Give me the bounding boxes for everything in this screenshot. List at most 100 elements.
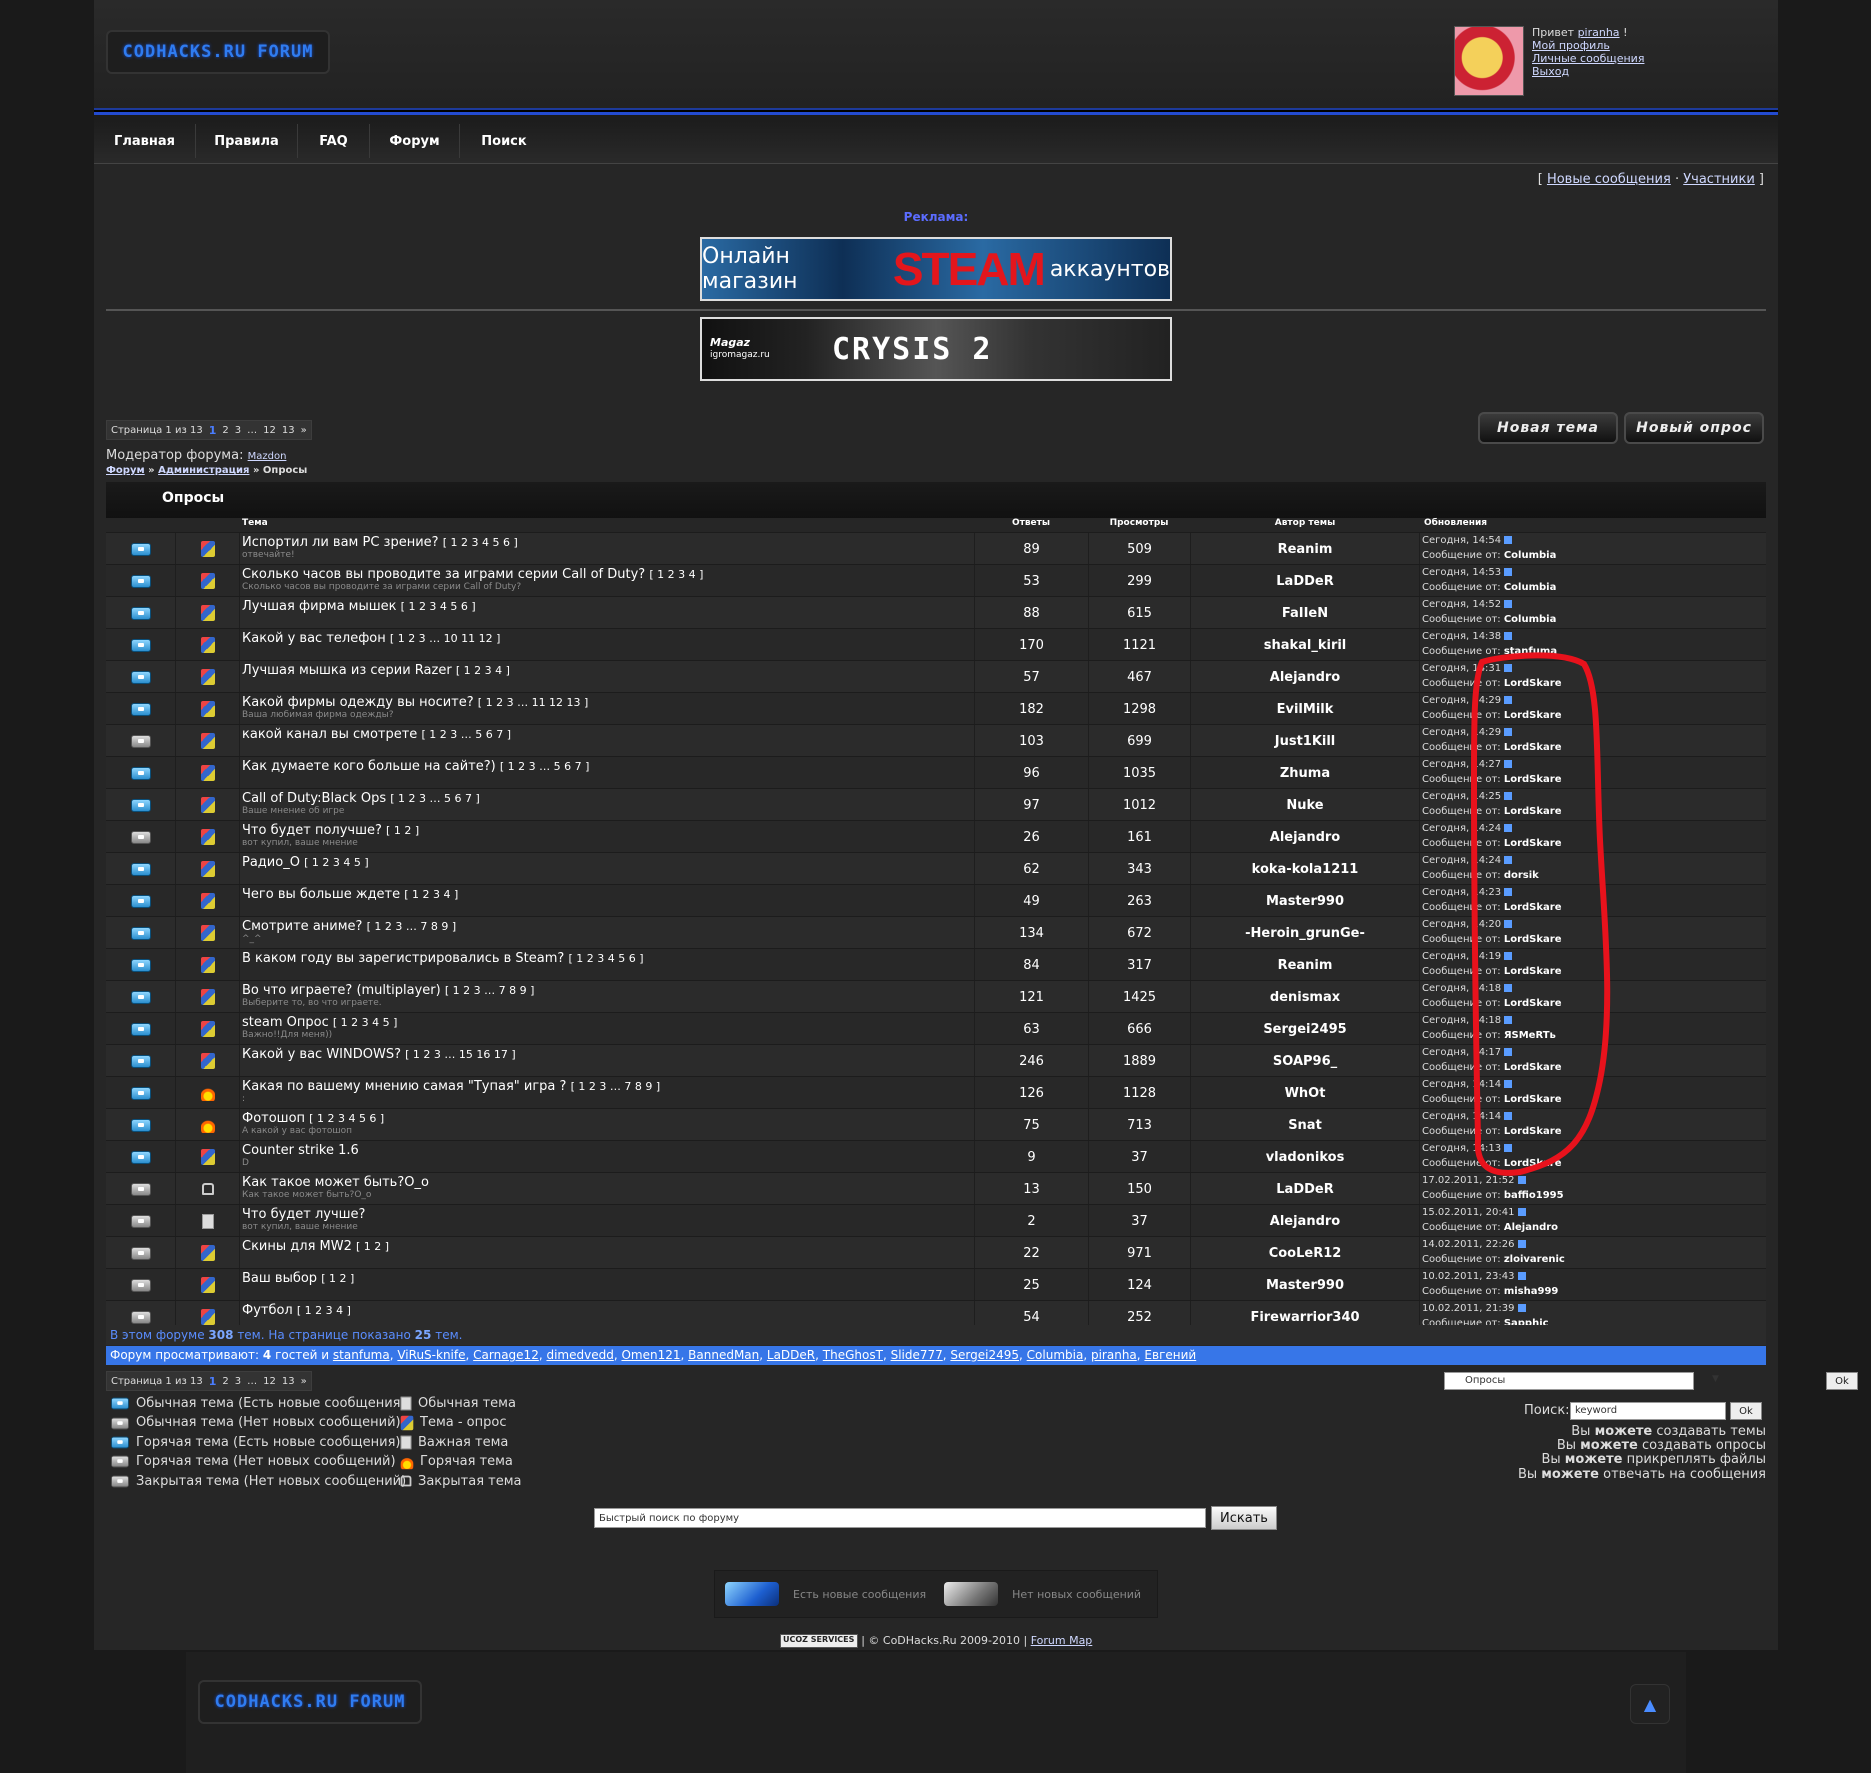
goto-last-icon[interactable]: [1517, 1304, 1526, 1312]
topic-pages[interactable]: [ 1 2 3 … 5 6 7 ]: [500, 760, 590, 773]
goto-last-icon[interactable]: [1504, 1048, 1513, 1056]
topic-title-link[interactable]: Испортил ли вам PC зрение?: [242, 535, 439, 550]
online-user-link[interactable]: Columbia: [1027, 1348, 1084, 1362]
new-messages-link[interactable]: Новые сообщения: [1547, 172, 1671, 187]
crysis-banner[interactable]: Magaz igromagaz.ru CRYSIS 2: [700, 317, 1172, 381]
topic-author[interactable]: Alejandro: [1190, 1205, 1420, 1237]
topic-title-link[interactable]: Какой у вас WINDOWS?: [242, 1047, 401, 1062]
topic-author[interactable]: Snat: [1190, 1109, 1420, 1141]
forum-jump-select[interactable]: Опросы: [1444, 1372, 1694, 1390]
topic-pages[interactable]: [ 1 2 ]: [356, 1240, 389, 1253]
update-by-user[interactable]: LordSkare: [1504, 1158, 1562, 1169]
private-messages-link[interactable]: Личные сообщения: [1532, 52, 1644, 65]
username-link[interactable]: piranha: [1578, 26, 1620, 39]
topic-pages[interactable]: [ 1 2 3 … 5 6 7 ]: [421, 728, 511, 741]
goto-last-icon[interactable]: [1504, 728, 1513, 736]
update-by-user[interactable]: LordSkare: [1504, 742, 1562, 753]
pager-page[interactable]: 3: [235, 1376, 241, 1387]
update-by-user[interactable]: LordSkare: [1504, 934, 1562, 945]
update-by-user[interactable]: LordSkare: [1504, 998, 1562, 1009]
topic-author[interactable]: vladonikos: [1190, 1141, 1420, 1173]
new-poll-button[interactable]: Новый опрос: [1624, 412, 1764, 444]
topic-pages[interactable]: [ 1 2 3 … 10 11 12 ]: [390, 632, 501, 645]
topic-author[interactable]: LaDDeR: [1190, 1173, 1420, 1205]
update-by-user[interactable]: LordSkare: [1504, 806, 1562, 817]
topic-title-link[interactable]: Какой фирмы одежду вы носите?: [242, 695, 474, 710]
pager-next[interactable]: »: [301, 1376, 307, 1387]
topic-pages[interactable]: [ 1 2 3 4 5 ]: [304, 856, 369, 869]
update-by-user[interactable]: Columbia: [1504, 582, 1557, 593]
topic-author[interactable]: Sergei2495: [1190, 1013, 1420, 1045]
topic-pages[interactable]: [ 1 2 3 4 ]: [404, 888, 458, 901]
topic-author[interactable]: denismax: [1190, 981, 1420, 1013]
topic-title-link[interactable]: Смотрите аниме?: [242, 919, 362, 934]
topic-pages[interactable]: [ 1 2 3 4 5 6 ]: [401, 600, 476, 613]
topic-author[interactable]: CooLeR12: [1190, 1237, 1420, 1269]
topic-pages[interactable]: [ 1 2 3 4 ]: [456, 664, 510, 677]
online-user-link[interactable]: Omen121: [621, 1348, 680, 1362]
topic-pages[interactable]: [ 1 2 3 4 5 6 ]: [309, 1112, 384, 1125]
topic-author[interactable]: Master990: [1190, 885, 1420, 917]
topic-author[interactable]: shakal_kiril: [1190, 629, 1420, 661]
update-by-user[interactable]: LordSkare: [1504, 838, 1562, 849]
goto-last-icon[interactable]: [1504, 1080, 1513, 1088]
forum-jump-ok[interactable]: Ok: [1826, 1372, 1858, 1390]
goto-last-icon[interactable]: [1517, 1208, 1526, 1216]
topic-pages[interactable]: [ 1 2 3 … 11 12 13 ]: [478, 696, 589, 709]
update-by-user[interactable]: dorsik: [1504, 870, 1539, 881]
moderator-link[interactable]: Mazdon: [248, 451, 287, 462]
topic-pages[interactable]: [ 1 2 3 4 ]: [649, 568, 703, 581]
pager-page[interactable]: 3: [235, 425, 241, 436]
topic-author[interactable]: WhOt: [1190, 1077, 1420, 1109]
nav-faq[interactable]: FAQ: [298, 124, 370, 158]
goto-last-icon[interactable]: [1504, 920, 1513, 928]
update-by-user[interactable]: stanfuma: [1504, 646, 1557, 657]
topic-author[interactable]: SOAP96_: [1190, 1045, 1420, 1077]
topic-pages[interactable]: [ 1 2 3 … 5 6 7 ]: [390, 792, 480, 805]
nav-rules[interactable]: Правила: [196, 124, 298, 158]
update-by-user[interactable]: LordSkare: [1504, 1094, 1562, 1105]
topic-author[interactable]: Just1Kill: [1190, 725, 1420, 757]
topic-pages[interactable]: [ 1 2 3 4 5 6 ]: [443, 536, 518, 549]
online-user-link[interactable]: ViRuS-knife: [397, 1348, 465, 1362]
online-user-link[interactable]: Sergei2495: [950, 1348, 1019, 1362]
topic-author[interactable]: LaDDeR: [1190, 565, 1420, 597]
goto-last-icon[interactable]: [1517, 1240, 1526, 1248]
update-by-user[interactable]: Columbia: [1504, 614, 1557, 625]
pager-page[interactable]: 12: [263, 1376, 276, 1387]
members-link[interactable]: Участники: [1683, 172, 1755, 187]
update-by-user[interactable]: LordSkare: [1504, 710, 1562, 721]
topic-author[interactable]: koka-kola1211: [1190, 853, 1420, 885]
goto-last-icon[interactable]: [1504, 1144, 1513, 1152]
breadcrumb-admin[interactable]: Администрация: [158, 465, 249, 476]
topic-title-link[interactable]: Чего вы больше ждете: [242, 887, 400, 902]
new-topic-button[interactable]: Новая тема: [1478, 412, 1618, 444]
update-by-user[interactable]: LordSkare: [1504, 1062, 1562, 1073]
online-user-link[interactable]: Slide777: [891, 1348, 943, 1362]
goto-last-icon[interactable]: [1504, 1112, 1513, 1120]
topic-title-link[interactable]: Какая по вашему мнению самая "Тупая" игр…: [242, 1079, 566, 1094]
online-user-link[interactable]: BannedMan: [688, 1348, 759, 1362]
site-logo[interactable]: CODHACKS.RU FORUM: [106, 30, 330, 74]
topic-title-link[interactable]: Радио_О: [242, 855, 300, 870]
goto-last-icon[interactable]: [1504, 952, 1513, 960]
online-user-link[interactable]: dimedvedd: [546, 1348, 613, 1362]
topic-pages[interactable]: [ 1 2 3 … 7 8 9 ]: [571, 1080, 661, 1093]
goto-last-icon[interactable]: [1504, 632, 1513, 640]
nav-forum[interactable]: Форум: [370, 124, 460, 158]
topic-title-link[interactable]: Какой у вас телефон: [242, 631, 386, 646]
topic-pages[interactable]: [ 1 2 3 4 ]: [297, 1304, 351, 1317]
update-by-user[interactable]: Alejandro: [1504, 1222, 1558, 1233]
topic-title-link[interactable]: Что будет получше?: [242, 823, 382, 838]
steam-banner[interactable]: Онлайн магазин STEAM аккаунтов: [700, 237, 1172, 301]
topic-title-link[interactable]: steam Опрос: [242, 1015, 329, 1030]
search-input[interactable]: keyword: [1570, 1402, 1726, 1420]
pager-page[interactable]: 2: [222, 1376, 228, 1387]
topic-title-link[interactable]: какой канал вы смотрете: [242, 727, 417, 742]
goto-last-icon[interactable]: [1504, 792, 1513, 800]
quick-search-input[interactable]: Быстрый поиск по форуму: [594, 1508, 1206, 1528]
topic-author[interactable]: EvilMilk: [1190, 693, 1420, 725]
goto-last-icon[interactable]: [1504, 856, 1513, 864]
pager-page[interactable]: 13: [282, 1376, 295, 1387]
topic-title-link[interactable]: В каком году вы зарегистрировались в Ste…: [242, 951, 564, 966]
